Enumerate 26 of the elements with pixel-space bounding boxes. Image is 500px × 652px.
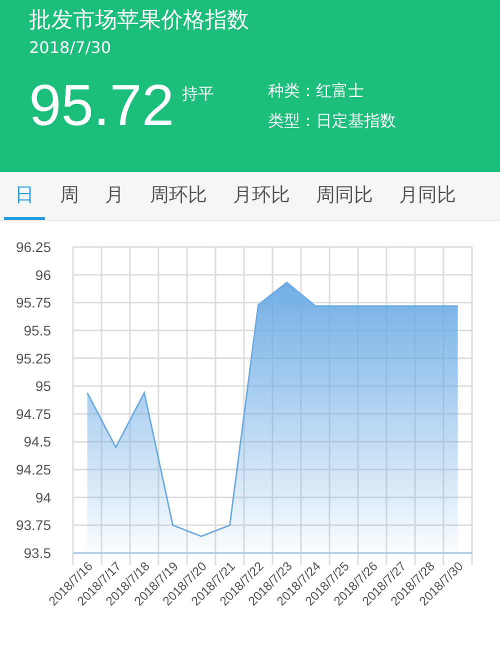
info-label: 类型： bbox=[268, 111, 316, 130]
y-tick-label: 95.5 bbox=[24, 322, 51, 338]
page-title: 批发市场苹果价格指数 bbox=[29, 7, 250, 35]
period-tab[interactable]: 月环比 bbox=[222, 172, 301, 220]
trend-label: 持平 bbox=[182, 84, 214, 105]
y-tick-label: 96 bbox=[35, 266, 51, 283]
info-value: 红富士 bbox=[316, 81, 364, 100]
y-tick-label: 93.75 bbox=[16, 517, 51, 534]
y-tick-label: 94.75 bbox=[16, 406, 51, 422]
y-tick-label: 93.5 bbox=[24, 545, 51, 561]
date-label: 2018/7/30 bbox=[29, 37, 112, 59]
y-tick-label: 95.75 bbox=[16, 294, 51, 311]
period-tab[interactable]: 周同比 bbox=[305, 172, 384, 220]
info-value: 日定基指数 bbox=[316, 111, 396, 130]
period-tab[interactable]: 月 bbox=[94, 172, 135, 220]
y-tick-label: 96.25 bbox=[16, 239, 51, 255]
info-label: 种类： bbox=[268, 81, 316, 100]
period-tab[interactable]: 月同比 bbox=[388, 172, 467, 220]
period-tab[interactable]: 周 bbox=[49, 172, 90, 220]
y-tick-label: 94.5 bbox=[24, 434, 51, 450]
y-tick-label: 94 bbox=[35, 489, 51, 506]
index-value: 95.72 bbox=[29, 74, 174, 138]
period-tab[interactable]: 周环比 bbox=[139, 172, 218, 220]
y-tick-label: 95 bbox=[35, 378, 51, 394]
y-tick-label: 95.25 bbox=[16, 350, 51, 366]
y-tick-label: 94.25 bbox=[16, 462, 51, 478]
